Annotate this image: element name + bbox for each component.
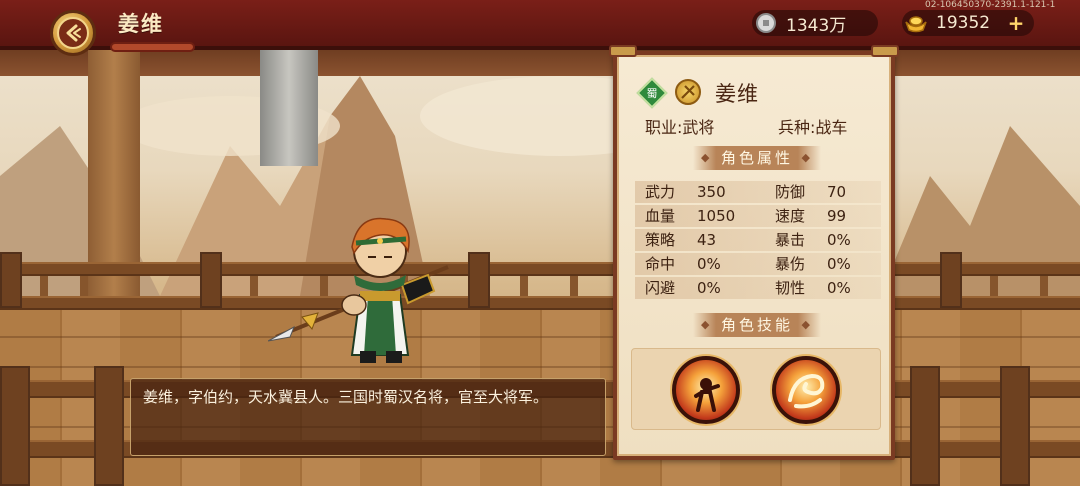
back-arrow-icon bbox=[66, 24, 81, 42]
back-button[interactable] bbox=[50, 10, 96, 56]
hero-description: 姜维，字伯约，天水冀县人。三国时蜀汉名将，官至大将军。 bbox=[130, 378, 606, 456]
hero-name: 姜维 bbox=[715, 82, 759, 106]
hero-character-sprite bbox=[268, 217, 449, 363]
attribute-row: 命中 0% 暴伤 0% bbox=[635, 253, 881, 275]
attribute-row: 武力 350 防御 70 bbox=[635, 181, 881, 203]
mountains-illustration bbox=[0, 76, 1080, 296]
silver-coin-icon bbox=[754, 11, 778, 35]
attribute-row: 闪避 0% 韧性 0% bbox=[635, 277, 881, 299]
skills-section-title: 角色技能 bbox=[693, 313, 821, 337]
silver-amount: 1343万 bbox=[786, 15, 847, 36]
profession-label: 职业: bbox=[645, 118, 683, 137]
title-underline bbox=[110, 42, 195, 52]
troop-value: 战车 bbox=[815, 118, 848, 137]
warrior-burst-skill-icon bbox=[694, 378, 720, 412]
troop-label: 兵种: bbox=[778, 118, 816, 137]
attribute-row: 策略 43 暴击 0% bbox=[635, 229, 881, 251]
silver-currency: 1343万 bbox=[752, 10, 878, 36]
attribute-row: 血量 1050 速度 99 bbox=[635, 205, 881, 227]
gold-currency: 19352 + bbox=[902, 10, 1034, 36]
skills-container bbox=[631, 348, 881, 430]
profession-field: 职业:武将 bbox=[645, 114, 714, 138]
gold-amount: 19352 bbox=[936, 13, 991, 33]
skill-slot-1[interactable] bbox=[672, 356, 740, 424]
skill-slot-2[interactable] bbox=[772, 356, 840, 424]
back-railing bbox=[0, 262, 1080, 276]
add-gold-button[interactable]: + bbox=[1006, 13, 1026, 33]
faction-badge: 蜀 bbox=[636, 77, 668, 109]
fire-dragon-skill-icon bbox=[788, 373, 825, 409]
profession-value: 武将 bbox=[682, 118, 715, 137]
profession-icon bbox=[675, 79, 701, 105]
page-title: 姜维 bbox=[118, 12, 164, 36]
troop-type-field: 兵种:战车 bbox=[778, 114, 847, 138]
attributes-section-title: 角色属性 bbox=[693, 146, 821, 170]
gold-ingot-icon bbox=[904, 11, 928, 35]
hero-info-panel: 蜀 姜维 职业:武将 兵种:战车 角色属性 武力 350 防御 70 血量 10… bbox=[609, 45, 899, 460]
version-text: 02-106450370-2391.1-121-1 bbox=[925, 0, 1056, 10]
